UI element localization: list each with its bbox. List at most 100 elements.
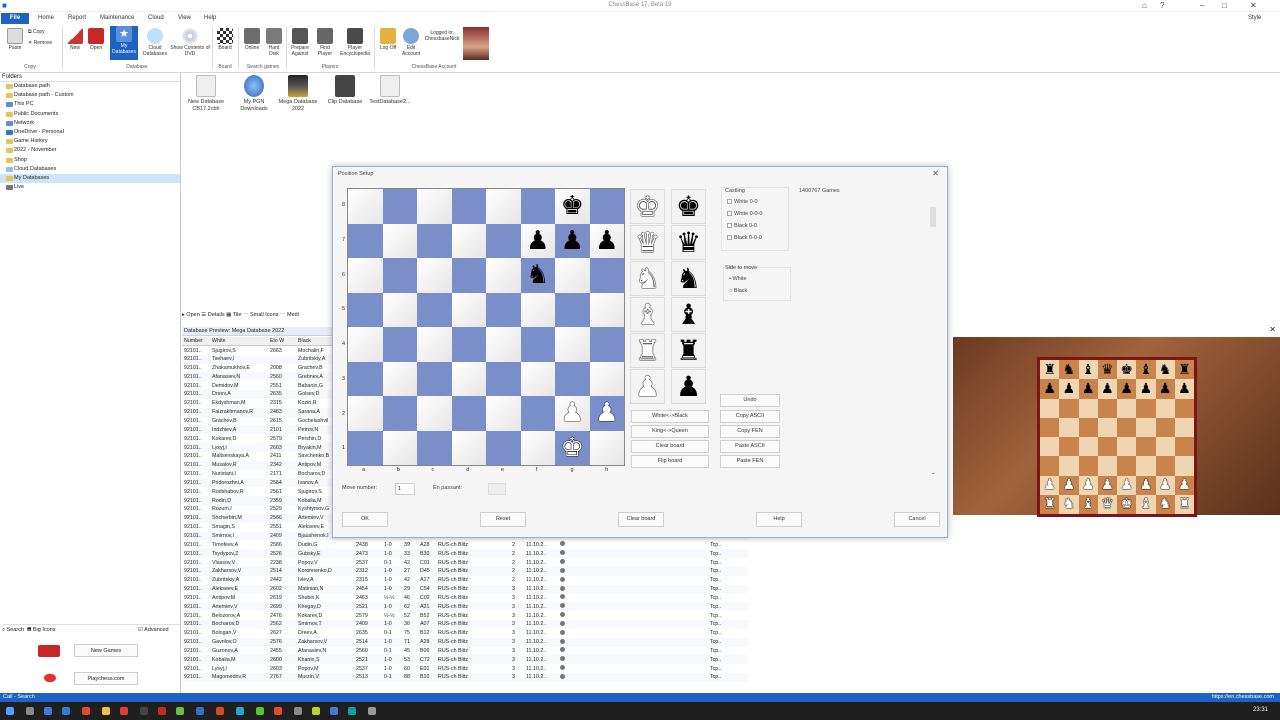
square-c8[interactable]: [417, 189, 452, 224]
app-icon[interactable]: [294, 707, 302, 715]
undo-button[interactable]: Undo: [720, 394, 780, 407]
sidebar-item-cloud-databases[interactable]: Cloud Databases: [0, 165, 180, 174]
palette-black-king[interactable]: ♚: [671, 189, 706, 224]
square-f8[interactable]: [520, 189, 555, 224]
app-icon[interactable]: [274, 707, 282, 715]
square-e7[interactable]: [486, 223, 521, 258]
square-a3[interactable]: [348, 361, 383, 396]
table-row[interactable]: 92101.. Vlassov,V 2238 Popov,V 2537 0-1 42 C01 R…: [182, 558, 748, 567]
table-row[interactable]: 92101.. Bocharov,D 2562 Smirnov,T 2409 1-0 36 A…: [182, 620, 748, 629]
square-d2[interactable]: [451, 396, 486, 431]
open-view-button[interactable]: ▸ Open: [182, 312, 200, 318]
menu-cloud[interactable]: Cloud: [148, 15, 164, 21]
square-h8[interactable]: [589, 189, 624, 224]
square-b4[interactable]: [382, 327, 417, 362]
square-b7[interactable]: [382, 223, 417, 258]
column-header[interactable]: Number: [182, 337, 210, 347]
database-tile[interactable]: Clip Database: [324, 75, 366, 106]
app-icon[interactable]: [176, 707, 184, 715]
square-g5[interactable]: [555, 292, 590, 327]
square-g4[interactable]: [555, 327, 590, 362]
close-icon[interactable]: ✕: [1250, 1, 1257, 10]
square-d6[interactable]: [451, 258, 486, 293]
sidebar-item-public-documents[interactable]: Public Documents: [0, 110, 180, 119]
square-e3[interactable]: [486, 361, 521, 396]
square-e5[interactable]: [486, 292, 521, 327]
sidebar-item-network[interactable]: Network: [0, 119, 180, 128]
white-king-piece[interactable]: ♚: [561, 435, 584, 461]
square-h7[interactable]: ♟: [589, 223, 624, 258]
castling-white-long[interactable]: White 0-0-0: [727, 211, 762, 217]
sidebar-item-my-databases[interactable]: My Databases: [0, 173, 180, 184]
log-off-button[interactable]: Log Off: [378, 28, 398, 51]
app-icon[interactable]: [120, 707, 128, 715]
square-b1[interactable]: [382, 430, 417, 465]
square-b5[interactable]: [382, 292, 417, 327]
board-button[interactable]: Board: [216, 28, 234, 51]
square-h6[interactable]: [589, 258, 624, 293]
sidebar-item-database-path[interactable]: Database path: [0, 82, 180, 91]
square-c2[interactable]: [417, 396, 452, 431]
close-panel-icon[interactable]: ✕: [1269, 325, 1276, 334]
square-g8[interactable]: ♚: [555, 189, 590, 224]
square-d5[interactable]: [451, 292, 486, 327]
start-icon[interactable]: [6, 707, 14, 715]
square-a6[interactable]: [348, 258, 383, 293]
white-pawn-piece[interactable]: ♟: [561, 400, 584, 426]
menu-help[interactable]: Help: [204, 15, 216, 21]
en-passant-field[interactable]: [488, 483, 506, 495]
avatar[interactable]: [463, 27, 489, 60]
table-row[interactable]: 92101.. Guzonov,A 2455 Afanasiev,N 2560 0-1 45…: [182, 647, 748, 656]
square-h5[interactable]: [589, 292, 624, 327]
details-view-button[interactable]: ☰ Details: [201, 312, 224, 318]
side-black-radio[interactable]: ○ Black: [729, 288, 747, 294]
palette-white-king[interactable]: ♚: [630, 189, 665, 224]
table-row[interactable]: 92101.. Bologan,V 2627 Dreev,A 2635 0-1 75 B12 R…: [182, 629, 748, 638]
palette-black-bishop[interactable]: ♝: [671, 297, 706, 332]
square-d8[interactable]: [451, 189, 486, 224]
maximize-icon[interactable]: □: [1222, 1, 1227, 10]
castling-black-short[interactable]: Black 0-0: [727, 223, 757, 229]
app-icon[interactable]: [348, 707, 356, 715]
tile-view-button[interactable]: ▦ Tile: [226, 312, 241, 318]
clear-board-button[interactable]: Clear board: [618, 512, 664, 527]
square-f5[interactable]: [520, 292, 555, 327]
file-menu[interactable]: File: [1, 13, 29, 24]
palette-white-bishop[interactable]: ♝: [630, 297, 665, 332]
preview-board[interactable]: ♜ ♞ ♝ ♛ ♚ ♝ ♞ ♜ ♟ ♟ ♟ ♟ ♟ ♟ ♟ ♟ ♟ ♟ ♟ ♟ ♟ ♟ ♟ ♟ ♜ ♞ ♝ ♛ ♚ ♝ ♞ ♜: [1037, 357, 1197, 517]
open-button[interactable]: Open: [86, 28, 106, 51]
menu-maintenance[interactable]: Maintenance: [100, 15, 134, 21]
sidebar-item-shop[interactable]: Shop: [0, 156, 180, 165]
copy-button[interactable]: ⧉ Copy: [28, 29, 45, 35]
app-icon[interactable]: [82, 707, 90, 715]
help-icon[interactable]: ?: [1160, 1, 1164, 10]
edit-account-button[interactable]: Edit Account: [400, 28, 422, 57]
black-pawn-piece[interactable]: ♟: [526, 228, 549, 254]
table-row[interactable]: 92101.. Lysyj,I 2603 Popov,M 2537 1-0 60 E01 RUS…: [182, 664, 748, 673]
find-player-button[interactable]: Find Player: [314, 28, 336, 57]
palette-black-queen[interactable]: ♛: [671, 225, 706, 260]
remove-button[interactable]: ✕ Remove: [28, 40, 52, 46]
palette-white-rook[interactable]: ♜: [630, 333, 665, 368]
square-a8[interactable]: [348, 189, 383, 224]
setup-board[interactable]: ♚ ♟ ♟ ♟ ♞ ♟ ♟ ♚: [347, 188, 625, 466]
square-b2[interactable]: [382, 396, 417, 431]
search-label[interactable]: Search: [7, 627, 24, 633]
square-g3[interactable]: [555, 361, 590, 396]
square-h1[interactable]: [589, 430, 624, 465]
app-icon[interactable]: [62, 707, 70, 715]
my-databases-button[interactable]: ★ My Databases: [110, 26, 138, 60]
app-icon[interactable]: [312, 707, 320, 715]
palette-white-pawn[interactable]: ♟: [630, 369, 665, 404]
sidebar-item-2022-november[interactable]: 2022 - November: [0, 146, 180, 155]
chessbase-taskbar-icon[interactable]: [158, 707, 166, 715]
square-c4[interactable]: [417, 327, 452, 362]
database-tile[interactable]: My PGN Downloads: [234, 75, 274, 113]
table-row[interactable]: 92101.. Zakharsov,V 2514 Koronnenko,D 2312 1-…: [182, 566, 748, 576]
close-dialog-icon[interactable]: ✕: [932, 169, 939, 178]
square-f7[interactable]: ♟: [520, 223, 555, 258]
king-queen-button[interactable]: King<->Queen: [631, 425, 709, 438]
square-c6[interactable]: [417, 258, 452, 293]
square-c1[interactable]: [417, 430, 452, 465]
side-white-radio[interactable]: • White: [729, 276, 747, 282]
